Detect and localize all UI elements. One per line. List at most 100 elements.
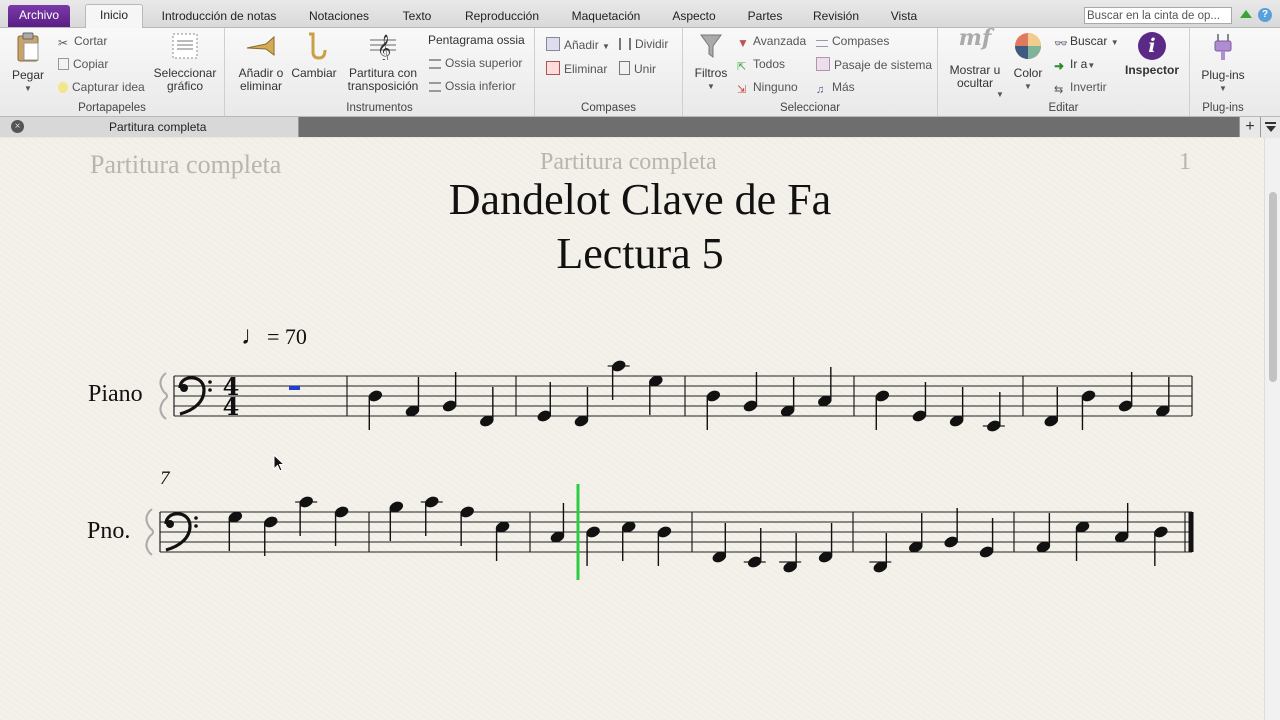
header-center: Partitura completa bbox=[540, 149, 717, 175]
delete-bar-icon bbox=[546, 61, 560, 75]
select-graphic-button[interactable]: Seleccionar gráfico bbox=[152, 32, 218, 93]
score-page[interactable] bbox=[0, 138, 1264, 720]
goto-button[interactable]: ➜ Ir a▼ bbox=[1054, 57, 1095, 73]
tab-partes[interactable]: Partes bbox=[743, 6, 787, 27]
ossia-above-icon bbox=[429, 59, 441, 69]
tab-revision[interactable]: Revisión bbox=[808, 6, 864, 27]
instrument-short-name: Pno. bbox=[87, 518, 131, 544]
more-select-icon: ♫ bbox=[816, 84, 825, 96]
invert-icon: ⇆ bbox=[1054, 84, 1064, 96]
tab-archivo[interactable]: Archivo bbox=[8, 5, 70, 27]
score-subtitle: Lectura 5 bbox=[556, 229, 724, 278]
tempo-value: = 70 bbox=[267, 324, 307, 349]
group-label-instrumentos: Instrumentos bbox=[346, 102, 413, 114]
new-tab-button[interactable]: + bbox=[1239, 117, 1260, 137]
select-more-button[interactable]: ♫ Más bbox=[816, 80, 855, 96]
system-passage-icon bbox=[816, 57, 830, 71]
add-bar-icon bbox=[546, 37, 560, 51]
saxophone-icon bbox=[309, 32, 327, 60]
add-bar-button[interactable]: Añadir ▼ bbox=[546, 37, 610, 52]
trumpet-icon bbox=[246, 35, 275, 56]
tab-aspecto[interactable]: Aspecto bbox=[666, 6, 722, 27]
graphic-select-icon bbox=[172, 33, 198, 59]
join-bar-button[interactable]: Unir bbox=[619, 61, 656, 76]
color-wheel-icon bbox=[1015, 33, 1041, 59]
show-hide-button[interactable]: mf Mostrar u ocultar ▼ bbox=[944, 25, 1006, 99]
tab-maquetacion[interactable]: Maquetación bbox=[566, 6, 646, 27]
group-plugins: Plug-ins ▼ Plug-ins bbox=[1190, 28, 1256, 116]
ribbon: Pegar ▼ ✂ Cortar Copiar Capturar idea Sele… bbox=[0, 25, 1280, 117]
lightbulb-icon bbox=[58, 82, 68, 93]
ossia-staff-label: Pentagrama ossia bbox=[428, 33, 525, 47]
svg-text:𝄞: 𝄞 bbox=[377, 34, 391, 60]
delete-bar-button[interactable]: Eliminar bbox=[546, 61, 607, 76]
close-tab-icon[interactable]: × bbox=[11, 120, 24, 133]
document-tab-label: Partitura completa bbox=[109, 120, 207, 134]
color-button[interactable]: Color ▼ bbox=[1008, 32, 1048, 93]
group-label-plugins: Plug-ins bbox=[1202, 102, 1244, 114]
invert-button[interactable]: ⇆ Invertir bbox=[1054, 80, 1107, 96]
instrument-name: Piano bbox=[88, 381, 143, 407]
plug-icon bbox=[1214, 34, 1232, 60]
add-remove-instruments-button[interactable]: Añadir o eliminar bbox=[233, 32, 289, 93]
ossia-below-icon bbox=[429, 82, 441, 92]
tab-texto[interactable]: Texto bbox=[395, 6, 439, 27]
collapse-ribbon-icon[interactable] bbox=[1240, 10, 1252, 18]
plugins-button[interactable]: Plug-ins ▼ bbox=[1194, 32, 1252, 95]
info-icon: i bbox=[1138, 32, 1166, 60]
tab-reproduccion[interactable]: Reproducción bbox=[460, 6, 544, 27]
group-label-seleccionar: Seleccionar bbox=[779, 102, 841, 114]
group-label-editar: Editar bbox=[1048, 102, 1079, 114]
group-label-portapapeles: Portapapeles bbox=[78, 102, 146, 114]
arrow-right-icon: ➜ bbox=[1054, 59, 1065, 73]
group-editar: mf Mostrar u ocultar ▼ Color ▼ 👓 Buscar ▼ ➜… bbox=[938, 25, 1190, 116]
help-icon[interactable]: ? bbox=[1258, 8, 1272, 22]
copy-button[interactable]: Copiar bbox=[58, 57, 108, 71]
join-bar-icon bbox=[619, 61, 630, 75]
select-all-icon: ⇱ bbox=[737, 61, 747, 73]
tab-vista[interactable]: Vista bbox=[884, 6, 924, 27]
find-button[interactable]: 👓 Buscar ▼ bbox=[1054, 34, 1119, 50]
tempo-marking: ♩= 70 bbox=[241, 321, 307, 351]
select-bars-button[interactable]: Compases bbox=[816, 34, 889, 48]
change-instrument-button[interactable]: Cambiar bbox=[289, 32, 339, 80]
dynamics-mf-icon: mf bbox=[958, 25, 992, 51]
select-all-button[interactable]: ⇱ Todos bbox=[737, 57, 785, 73]
page-number: 1 bbox=[1179, 149, 1191, 175]
advanced-select-button[interactable]: ▼ Avanzada bbox=[737, 34, 806, 50]
document-tab-bar: × Partitura completa bbox=[0, 117, 1280, 137]
bars-select-icon bbox=[816, 40, 828, 47]
inspector-button[interactable]: i Inspector bbox=[1124, 32, 1180, 77]
group-compases: Añadir ▼ Eliminar Dividir Unir Compases bbox=[535, 28, 683, 116]
filters-button[interactable]: Filtros ▼ bbox=[691, 32, 731, 93]
vertical-scrollbar[interactable] bbox=[1264, 138, 1280, 720]
copy-icon bbox=[58, 58, 69, 70]
paste-button[interactable]: Pegar ▼ bbox=[8, 32, 48, 95]
tab-introduccion-notas[interactable]: Introducción de notas bbox=[155, 6, 283, 27]
tab-menu-button[interactable] bbox=[1260, 117, 1280, 137]
ribbon-search-input[interactable]: Buscar en la cinta de op... bbox=[1084, 7, 1232, 24]
group-portapapeles: Pegar ▼ ✂ Cortar Copiar Capturar idea Sele… bbox=[0, 28, 225, 116]
select-none-button[interactable]: ⇲ Ninguno bbox=[737, 80, 798, 96]
measure-number: 7 bbox=[160, 468, 170, 489]
tab-inicio[interactable]: Inicio bbox=[85, 4, 143, 29]
document-tab[interactable]: × Partitura completa bbox=[0, 117, 299, 137]
cut-button[interactable]: ✂ Cortar bbox=[58, 34, 107, 50]
tab-notaciones[interactable]: Notaciones bbox=[303, 6, 375, 27]
quarter-note-icon: ♩ bbox=[241, 321, 267, 350]
group-seleccionar: Filtros ▼ ▼ Avanzada ⇱ Todos ⇲ Ninguno Compa… bbox=[683, 28, 938, 116]
ribbon-tab-bar: Archivo Inicio Introducción de notas Not… bbox=[0, 0, 1280, 29]
ossia-below-button[interactable]: Ossia inferior bbox=[429, 79, 516, 93]
split-bar-button[interactable]: Dividir bbox=[619, 37, 668, 51]
system-passage-button[interactable]: Pasaje de sistema bbox=[816, 57, 932, 72]
group-label-compases: Compases bbox=[581, 102, 636, 114]
capture-idea-button[interactable]: Capturar idea bbox=[58, 80, 145, 94]
advanced-filter-icon: ▼ bbox=[737, 36, 749, 50]
ossia-above-button[interactable]: Ossia superior bbox=[429, 56, 522, 70]
clipboard-icon bbox=[17, 32, 39, 62]
binoculars-icon: 👓 bbox=[1054, 38, 1068, 50]
mouse-pointer-icon bbox=[273, 454, 286, 472]
funnel-icon bbox=[700, 34, 722, 58]
select-none-icon: ⇲ bbox=[737, 84, 747, 96]
transposing-score-button[interactable]: 𝄞 Partitura con transposición bbox=[343, 32, 423, 93]
